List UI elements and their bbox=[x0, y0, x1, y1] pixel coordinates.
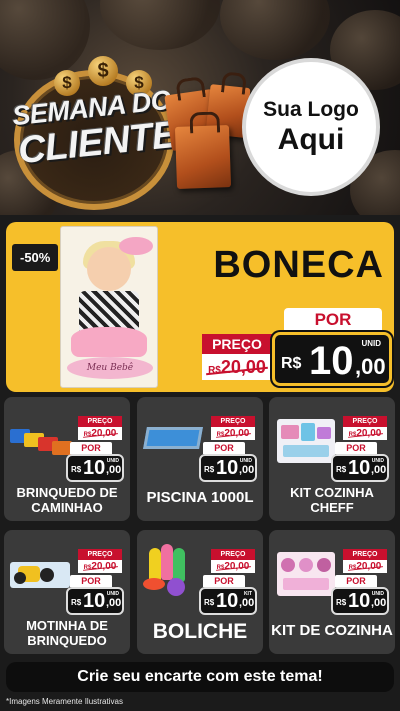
por-label: POR bbox=[203, 442, 245, 454]
product-card[interactable]: PREÇO R$20,00 POR R$ 10,00 UNID KIT DE COZ… bbox=[269, 530, 395, 654]
preco-label: PREÇO bbox=[211, 549, 255, 560]
logo-text-line1: Sua Logo bbox=[263, 98, 359, 121]
preco-label: PREÇO bbox=[78, 549, 122, 560]
create-flyer-button[interactable]: Crie seu encarte com este tema! bbox=[6, 662, 394, 692]
preco-label: PREÇO bbox=[343, 416, 387, 427]
discount-badge: -50% bbox=[12, 244, 59, 271]
por-label: POR bbox=[284, 308, 382, 332]
product-card[interactable]: PREÇO R$20,00 POR R$ 10,00 UNID KIT COZINH… bbox=[269, 397, 395, 521]
logo-text-line2: Aqui bbox=[277, 123, 345, 156]
old-price-currency: R$ bbox=[208, 365, 221, 376]
pool-image bbox=[141, 415, 207, 463]
product-name: MOTINHA DE BRINQUEDO bbox=[26, 618, 108, 648]
product-card[interactable]: PREÇO R$20,00 POR R$ 10,00 UNID MOTINHA DE… bbox=[4, 530, 130, 654]
truck-toy-image bbox=[8, 415, 74, 463]
price-integer: 10 bbox=[309, 339, 354, 383]
old-price: R$20,00 bbox=[343, 427, 387, 440]
dollar-coin-icon: $ bbox=[54, 70, 80, 96]
kitchen-set-image bbox=[273, 548, 339, 596]
price-tag: R$ 10,00 UNID bbox=[66, 587, 124, 615]
old-price: R$20,00 bbox=[78, 427, 122, 440]
header-banner: $ $ $ SEMANA DO CLIENTE Sua Logo Aqui bbox=[0, 0, 400, 215]
price-unit: UNID bbox=[361, 339, 381, 348]
product-name: BRINQUEDO DE CAMINHAO bbox=[16, 485, 118, 515]
featured-product-card[interactable]: -50% Meu Bebê BONECA PREÇO R$20,00 POR R… bbox=[6, 222, 394, 392]
old-price: R$20,00 bbox=[202, 354, 272, 380]
price-tag: R$ 10,00 UNID bbox=[331, 454, 389, 482]
por-label: POR bbox=[70, 575, 112, 587]
old-price: R$20,00 bbox=[211, 427, 255, 440]
preco-label: PREÇO bbox=[78, 416, 122, 427]
logo-placeholder[interactable]: Sua Logo Aqui bbox=[242, 58, 380, 196]
product-card[interactable]: PREÇO R$20,00 POR R$ 10,00 UNID PISCINA 10… bbox=[137, 397, 263, 521]
coin-decoration bbox=[0, 0, 90, 80]
preco-label: PREÇO bbox=[343, 549, 387, 560]
price-tag: R$ 10,00 UNID bbox=[199, 454, 257, 482]
doll-skirt bbox=[71, 327, 147, 357]
coin-decoration bbox=[100, 0, 220, 50]
box-label: Meu Bebê bbox=[67, 357, 153, 379]
price-currency: R$ bbox=[281, 355, 302, 372]
price-tag: R$ 10,00 KIT bbox=[199, 587, 257, 615]
preco-label: PREÇO bbox=[211, 416, 255, 427]
product-name: BOLICHE bbox=[152, 620, 248, 643]
por-label: POR bbox=[70, 442, 112, 454]
shopping-bag-icon bbox=[174, 125, 232, 189]
bowling-set-image bbox=[141, 544, 207, 596]
price-tag: R$ 10,00 UNID bbox=[331, 587, 389, 615]
product-name: PISCINA 1000L bbox=[146, 489, 254, 506]
coin-decoration bbox=[220, 0, 330, 60]
product-card[interactable]: PREÇO R$20,00 POR R$ 10,00 UNID BRINQUEDO … bbox=[4, 397, 130, 521]
price-tag: R$ 10,00 UNID bbox=[66, 454, 124, 482]
price-tag: R$ 10 ,00 UNID bbox=[272, 332, 392, 386]
por-label: POR bbox=[335, 575, 377, 587]
featured-product-name: BONECA bbox=[213, 244, 384, 286]
kitchen-kit-image bbox=[273, 415, 339, 463]
old-price: R$20,00 bbox=[343, 560, 387, 573]
toy-motorbike-image bbox=[8, 548, 74, 596]
disclaimer-note: *Imagens Meramente Ilustrativas bbox=[6, 697, 123, 706]
box-badge bbox=[119, 237, 153, 255]
doll-product-image: Meu Bebê bbox=[60, 226, 158, 388]
dollar-coin-icon: $ bbox=[88, 56, 118, 86]
old-price-value: 20,00 bbox=[220, 357, 266, 377]
por-label: POR bbox=[203, 575, 245, 587]
product-name: KIT COZINHA CHEFF bbox=[290, 485, 374, 515]
product-card[interactable]: PREÇO R$20,00 POR R$ 10,00 KIT BOLICHE bbox=[137, 530, 263, 654]
price-decimal: ,00 bbox=[355, 354, 386, 379]
old-price: R$20,00 bbox=[211, 560, 255, 573]
por-label: POR bbox=[335, 442, 377, 454]
doll-head bbox=[87, 247, 131, 291]
product-name: KIT DE COZINHA bbox=[271, 622, 393, 639]
old-price: R$20,00 bbox=[78, 560, 122, 573]
preco-label: PREÇO bbox=[202, 334, 272, 354]
